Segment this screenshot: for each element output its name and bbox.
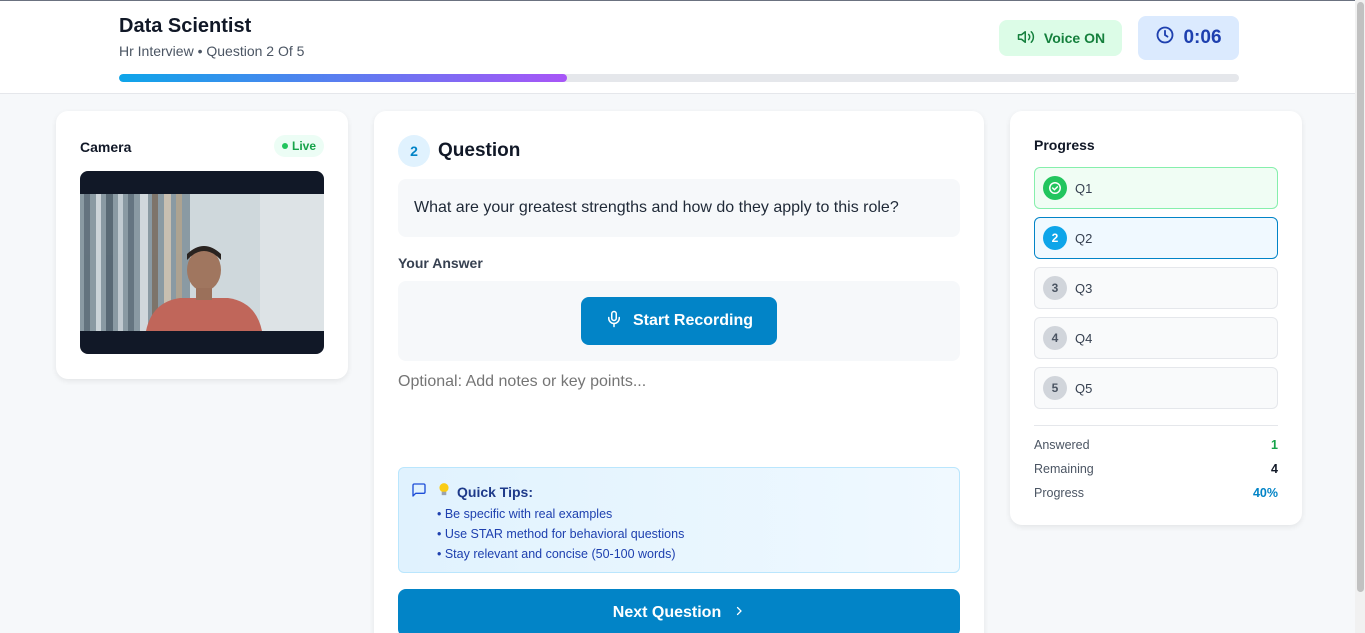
- stat-label: Answered: [1034, 438, 1090, 452]
- start-recording-label: Start Recording: [632, 312, 753, 329]
- tips-list: • Be specific with real examples • Use S…: [437, 504, 684, 564]
- next-question-label: Next Question: [612, 604, 722, 621]
- interview-progress-fill: [119, 74, 567, 82]
- question-item-label: Q3: [1075, 280, 1093, 296]
- speaker-icon: [1016, 28, 1036, 49]
- start-recording-button[interactable]: Start Recording: [581, 297, 777, 345]
- tip-item: • Stay relevant and concise (50-100 word…: [437, 547, 676, 561]
- stat-answered: Answered 1: [1034, 438, 1278, 452]
- question-card: 2 Question What are your greatest streng…: [374, 111, 984, 633]
- interview-subtitle: Hr Interview • Question 2 Of 5: [119, 43, 305, 59]
- stat-value: 1: [1271, 438, 1278, 452]
- divider: [1034, 425, 1278, 426]
- answer-label: Your Answer: [398, 255, 483, 271]
- message-icon: [411, 482, 427, 503]
- stat-remaining: Remaining 4: [1034, 462, 1278, 476]
- tip-item: • Be specific with real examples: [437, 507, 613, 521]
- question-item-q4[interactable]: 4 Q4: [1034, 317, 1278, 359]
- stat-progress: Progress 40%: [1034, 486, 1278, 500]
- stat-label: Remaining: [1034, 462, 1094, 476]
- question-heading: Question: [438, 140, 521, 161]
- question-item-q3[interactable]: 3 Q3: [1034, 267, 1278, 309]
- camera-label: Camera: [80, 139, 132, 155]
- question-item-q1[interactable]: Q1: [1034, 167, 1278, 209]
- interview-progress-bar: [119, 74, 1239, 82]
- quick-tips-box: Quick Tips: • Be specific with real exam…: [398, 467, 960, 573]
- question-item-label: Q2: [1075, 230, 1093, 246]
- chevron-right-icon: [733, 604, 745, 623]
- question-item-label: Q5: [1075, 380, 1093, 396]
- voice-label: Voice ON: [1043, 30, 1106, 46]
- camera-card: Camera Live: [56, 111, 348, 379]
- question-item-q2[interactable]: 2 Q2: [1034, 217, 1278, 259]
- question-item-label: Q1: [1075, 180, 1093, 196]
- next-question-button[interactable]: Next Question: [398, 589, 960, 633]
- stat-value: 40%: [1252, 486, 1278, 500]
- stat-value: 4: [1271, 462, 1278, 476]
- notes-field[interactable]: [398, 373, 960, 453]
- live-badge: Live: [273, 135, 324, 157]
- microphone-icon: [605, 309, 623, 334]
- quick-tips-label: Quick Tips:: [457, 483, 533, 500]
- question-number-badge: 2: [398, 135, 430, 167]
- progress-title: Progress: [1034, 137, 1095, 153]
- check-circle-icon: [1043, 176, 1067, 200]
- progress-card: Progress Q1 2 Q2 3 Q3 4 Q4 5 Q5 Answered…: [1010, 111, 1302, 525]
- voice-toggle-button[interactable]: Voice ON: [999, 20, 1122, 56]
- question-item-number: 3: [1043, 276, 1067, 300]
- header: Data Scientist Hr Interview • Question 2…: [0, 0, 1355, 94]
- camera-video-frame: [80, 194, 324, 331]
- timer-value: 0:06: [1183, 27, 1222, 48]
- question-item-q5[interactable]: 5 Q5: [1034, 367, 1278, 409]
- question-item-number: 2: [1043, 226, 1067, 250]
- live-dot-icon: [281, 143, 288, 149]
- question-item-number: 5: [1043, 376, 1067, 400]
- page-title: Data Scientist: [119, 15, 252, 37]
- question-text: What are your greatest strengths and how…: [398, 179, 960, 237]
- live-label: Live: [291, 139, 316, 153]
- stat-label: Progress: [1034, 486, 1085, 500]
- timer: 0:06: [1138, 16, 1239, 60]
- question-item-label: Q4: [1075, 330, 1093, 346]
- scrollbar-thumb[interactable]: [1357, 2, 1364, 592]
- question-item-number: 4: [1043, 326, 1067, 350]
- lightbulb-icon: [437, 482, 451, 501]
- camera-feed: [80, 171, 324, 354]
- recording-area: Start Recording: [398, 281, 960, 361]
- quick-tips-title: Quick Tips:: [437, 482, 533, 501]
- clock-icon: [1155, 25, 1175, 51]
- tip-item: • Use STAR method for behavioral questio…: [437, 527, 685, 541]
